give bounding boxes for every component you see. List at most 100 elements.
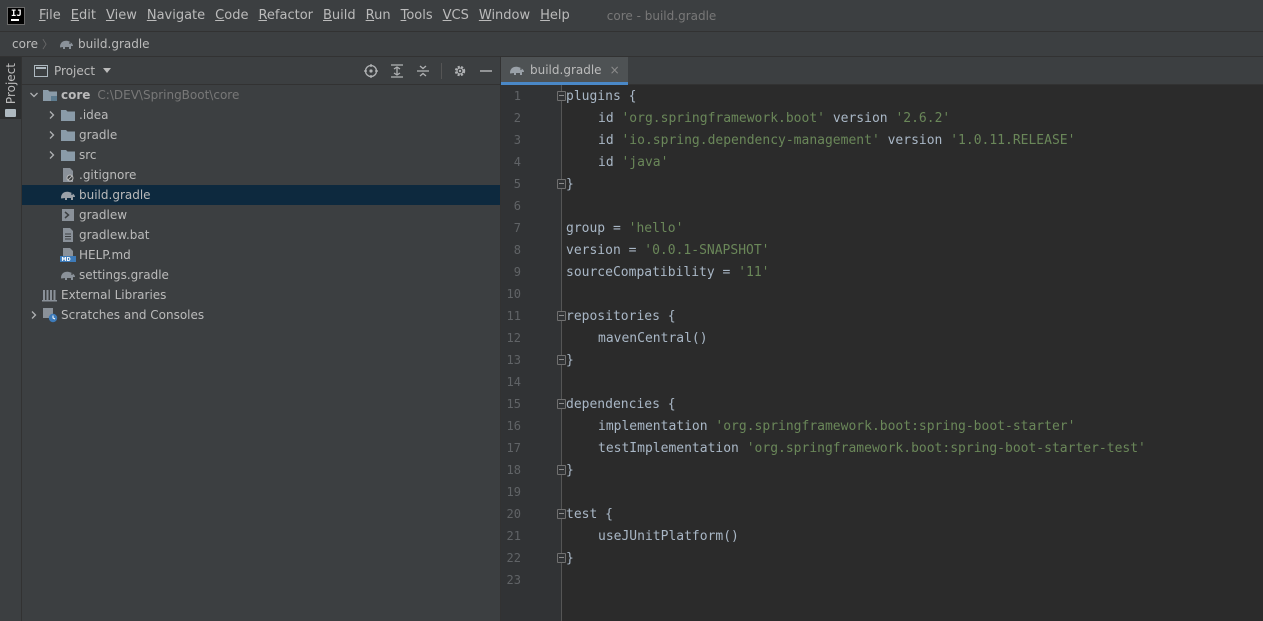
tab-build-gradle[interactable]: build.gradle × [501,57,628,85]
menu-window[interactable]: Window [474,8,535,23]
fold-open-icon[interactable] [557,509,566,519]
menu-mnemonic: N [146,8,157,23]
menu-vcs[interactable]: VCS [438,8,474,23]
settings-button[interactable] [452,63,468,79]
code-lines: 1 plugins { 2 id 'org.springframework.bo… [501,85,1263,591]
locate-file-button[interactable] [363,63,379,79]
chevron-down-icon[interactable] [26,85,42,105]
fold-open-icon[interactable] [557,91,566,101]
code-token: version = [566,242,645,258]
line-number: 4 [513,155,521,169]
tree-item-label: build.gradle [79,188,151,202]
string-literal: '1.0.11.RELEASE' [950,132,1076,148]
breadcrumb-root[interactable]: core [12,37,38,51]
code-line: 20 test { [501,503,1263,525]
hide-panel-button[interactable] [478,63,494,79]
line-number: 9 [513,265,521,279]
code-token: version [832,110,888,126]
gradle-elephant-icon [60,40,73,49]
expand-all-button[interactable] [389,63,405,79]
menu-refactor[interactable]: Refactor [253,8,318,23]
chevron-right-icon[interactable] [44,125,60,145]
menu-tools[interactable]: Tools [396,8,438,23]
code-line: 13 } [501,349,1263,371]
tree-item-gitignore[interactable]: .gitignore [22,165,500,185]
code-text: implementation 'org.springframework.boot… [566,419,1075,434]
breadcrumb-file[interactable]: build.gradle [58,37,150,51]
code-line: 22 } [501,547,1263,569]
fold-close-icon[interactable] [557,355,566,365]
menu-code[interactable]: Code [210,8,253,23]
tree-item-gradlew[interactable]: gradlew [22,205,500,225]
code-token: version [887,132,943,148]
crosshair-icon [364,64,378,78]
breadcrumb-separator-icon: 〉 [42,38,53,51]
code-line: 23 [501,569,1263,591]
tree-item-settings-gradle[interactable]: settings.gradle [22,265,500,285]
window-title: core - build.gradle [606,8,717,23]
code-text: mavenCentral() [566,331,708,346]
menu-mnemonic: B [323,8,332,23]
fold-close-icon[interactable] [557,465,566,475]
tool-window-stripe: Project [0,57,22,621]
code-line: 11 repositories { [501,305,1263,327]
intellij-logo-icon[interactable]: IJ [7,6,25,25]
tree-item-external-libraries[interactable]: External Libraries [22,285,500,305]
tree-item-src[interactable]: src [22,145,500,165]
string-literal: 'org.springframework.boot:spring-boot-st… [746,440,1146,456]
menu-label: CS [451,8,469,23]
chevron-right-icon[interactable] [44,145,60,165]
tree-item-gradle-folder[interactable]: gradle [22,125,500,145]
line-number: 8 [513,243,521,257]
tree-item-label: External Libraries [61,288,167,302]
project-stripe-tab[interactable]: Project [0,57,21,119]
line-number: 20 [506,507,521,521]
tree-item-scratches[interactable]: Scratches and Consoles [22,305,500,325]
close-icon[interactable]: × [610,63,620,77]
tree-item-core[interactable]: core C:\DEV\SpringBoot\core [22,85,500,105]
chevron-right-icon[interactable] [44,105,60,125]
code-token: id [598,154,614,170]
menu-run[interactable]: Run [361,8,396,23]
code-editor[interactable]: 1 plugins { 2 id 'org.springframework.bo… [501,85,1263,621]
fold-open-icon[interactable] [557,311,566,321]
string-literal: '0.0.1-SNAPSHOT' [644,242,770,258]
fold-close-icon[interactable] [557,179,566,189]
code-line: 4 id 'java' [501,151,1263,173]
view-dropdown-icon[interactable] [103,68,112,73]
fold-close-icon[interactable] [557,553,566,563]
menu-build[interactable]: Build [318,8,361,23]
tree-item-idea[interactable]: .idea [22,105,500,125]
scratches-icon [42,307,58,323]
chevron-right-icon[interactable] [26,305,42,325]
menu-help[interactable]: Help [535,8,575,23]
menu-label: ools [406,8,433,23]
menu-file[interactable]: File [34,8,66,23]
collapse-all-button[interactable] [415,63,431,79]
menu-mnemonic: V [105,8,115,23]
tree-item-label: Scratches and Consoles [61,308,205,322]
code-text: } [566,551,574,566]
collapse-all-icon [417,65,429,77]
tree-item-help-md[interactable]: MD HELP.md [22,245,500,265]
project-panel-title[interactable]: Project [54,64,95,78]
tree-item-gradlew-bat[interactable]: gradlew.bat [22,225,500,245]
tree-item-label: .idea [79,108,109,122]
menu-navigate[interactable]: Navigate [142,8,210,23]
code-line: 1 plugins { [501,85,1263,107]
line-number: 2 [513,111,521,125]
tree-item-build-gradle[interactable]: build.gradle [22,185,500,205]
menu-label: iew [114,8,137,23]
folder-icon [5,109,16,118]
menu-view[interactable]: View [101,8,142,23]
line-number: 22 [506,551,521,565]
line-number: 19 [506,485,521,499]
menu-edit[interactable]: Edit [66,8,101,23]
tree-item-label: gradlew [79,208,128,222]
shell-script-icon [60,207,76,223]
menu-bar: IJ File Edit View Navigate Code Refactor… [0,0,1263,31]
fold-open-icon[interactable] [557,399,566,409]
code-token: group = [566,220,629,236]
line-number: 16 [506,419,521,433]
string-literal: 'io.spring.dependency-management' [621,132,880,148]
